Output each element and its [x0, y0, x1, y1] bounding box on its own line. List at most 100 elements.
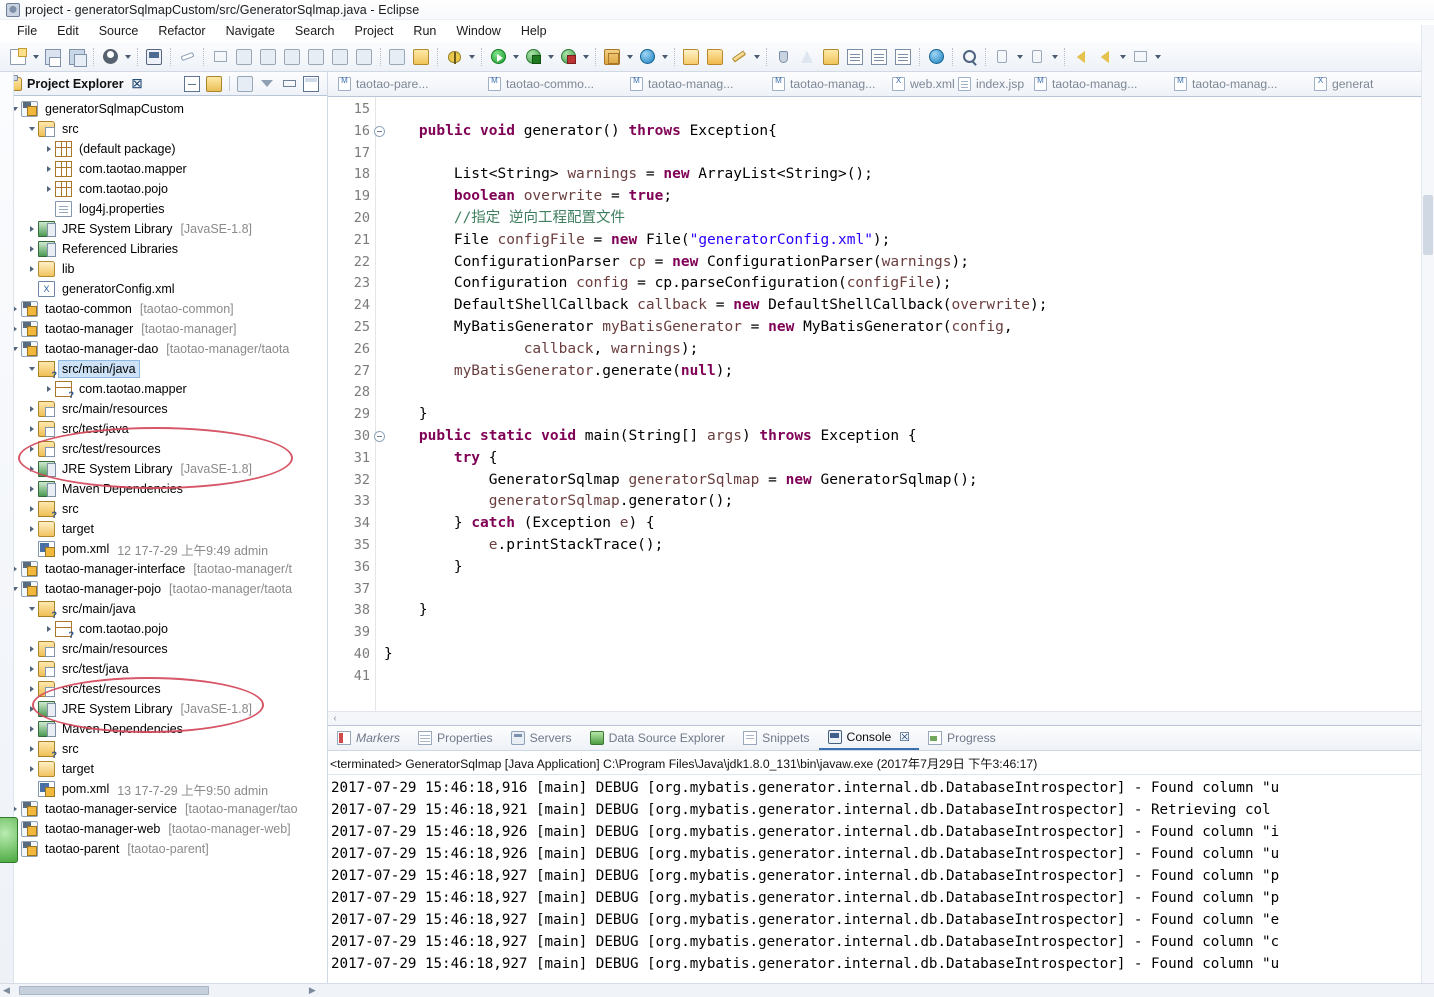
- chevron-down-icon[interactable]: [659, 46, 670, 68]
- pin-editor-button[interactable]: [772, 46, 794, 68]
- quick-fix-button[interactable]: [796, 46, 818, 68]
- view-menu-button[interactable]: [257, 74, 277, 94]
- last-edit-button[interactable]: [353, 46, 375, 68]
- bottom-tab-data-source-explorer[interactable]: Data Source Explorer: [581, 726, 735, 750]
- chevron-right-icon[interactable]: [25, 721, 38, 737]
- chevron-right-icon[interactable]: [25, 221, 38, 237]
- minimize-button[interactable]: [279, 74, 299, 94]
- chevron-right-icon[interactable]: [42, 161, 55, 177]
- next-annotation-button[interactable]: [281, 46, 303, 68]
- tree-item[interactable]: taotao-manager-pojo [taotao-manager/taota: [0, 579, 327, 599]
- step-over-button[interactable]: [209, 46, 231, 68]
- chevron-down-icon[interactable]: [545, 46, 556, 68]
- tree-item[interactable]: src: [0, 499, 327, 520]
- bottom-tab-servers[interactable]: Servers: [502, 726, 581, 750]
- forward-button[interactable]: [1129, 46, 1151, 68]
- chevron-down-icon[interactable]: [1117, 46, 1128, 68]
- collapse-all-button[interactable]: [182, 74, 202, 94]
- console-output[interactable]: 2017-07-29 15:46:18,916 [main] DEBUG [or…: [328, 775, 1434, 997]
- tree-item[interactable]: taotao-manager-web [taotao-manager-web]: [0, 819, 327, 839]
- tree-item[interactable]: com.taotao.pojo: [0, 179, 327, 199]
- toggle-annotations-button[interactable]: [176, 46, 198, 68]
- editor-tab[interactable]: taotao-manag...: [1164, 72, 1304, 96]
- editor-tab[interactable]: generat: [1304, 72, 1384, 96]
- bottom-tab-markers[interactable]: Markers: [328, 726, 409, 750]
- tree-item[interactable]: taotao-manager-dao [taotao-manager/taota: [0, 339, 327, 359]
- tree-item[interactable]: Maven Dependencies: [0, 479, 327, 499]
- user-button[interactable]: [99, 46, 121, 68]
- tree-item[interactable]: generatorSqlmapCustom: [0, 99, 327, 119]
- save-button[interactable]: [42, 46, 64, 68]
- run-server-button[interactable]: [522, 46, 544, 68]
- chevron-down-icon[interactable]: [1014, 46, 1025, 68]
- tree-item[interactable]: com.taotao.mapper: [0, 379, 327, 400]
- stop-server-button[interactable]: [557, 46, 579, 68]
- editor-tab[interactable]: web.xml: [882, 72, 955, 96]
- open-console-button[interactable]: [143, 46, 165, 68]
- tree-item[interactable]: src/test/resources: [0, 679, 327, 699]
- back-button[interactable]: [1070, 46, 1092, 68]
- tree-item[interactable]: JRE System Library [JavaSE-1.8]: [0, 459, 327, 479]
- scroll-left-arrow-icon[interactable]: ◀: [3, 985, 10, 996]
- tree-item[interactable]: Referenced Libraries: [0, 239, 327, 259]
- next-edit-button[interactable]: [329, 46, 351, 68]
- editor-tab[interactable]: index.jsp: [948, 72, 1024, 96]
- tree-item[interactable]: src/test/java: [0, 419, 327, 439]
- chevron-down-icon[interactable]: [580, 46, 591, 68]
- tree-item[interactable]: src: [0, 739, 327, 760]
- table-view-button[interactable]: [892, 46, 914, 68]
- menu-item-refactor[interactable]: Refactor: [149, 23, 216, 40]
- tree-item[interactable]: taotao-parent [taotao-parent]: [0, 839, 327, 859]
- console-vertical-scrollbar[interactable]: [1421, 25, 1434, 983]
- menu-item-run[interactable]: Run: [404, 23, 447, 40]
- chevron-right-icon[interactable]: [25, 421, 38, 437]
- panel-button[interactable]: [257, 46, 279, 68]
- chevron-right-icon[interactable]: [25, 761, 38, 777]
- editor-tab[interactable]: taotao-pare...: [328, 72, 478, 96]
- properties-view-button[interactable]: [868, 46, 890, 68]
- open-resource-button[interactable]: [680, 46, 702, 68]
- scroll-right-arrow-icon[interactable]: ▶: [309, 985, 316, 996]
- tree-item[interactable]: lib: [0, 259, 327, 279]
- tree-item[interactable]: taotao-manager [taotao-manager]: [0, 319, 327, 339]
- open-web-browser-button[interactable]: [925, 46, 947, 68]
- new-element-button[interactable]: [728, 46, 750, 68]
- tree-item[interactable]: taotao-manager-interface [taotao-manager/…: [0, 559, 327, 579]
- tree-item[interactable]: target: [0, 759, 327, 779]
- tree-item[interactable]: src/main/resources: [0, 639, 327, 659]
- tree-item[interactable]: com.taotao.mapper: [0, 159, 327, 179]
- chevron-right-icon[interactable]: [25, 501, 38, 517]
- chevron-down-icon[interactable]: [1049, 46, 1060, 68]
- open-folder-button[interactable]: [704, 46, 726, 68]
- perspective-badge-icon[interactable]: [0, 817, 18, 863]
- outline-view-button[interactable]: [844, 46, 866, 68]
- tree-item[interactable]: src/main/java: [0, 359, 327, 380]
- chevron-down-icon[interactable]: [25, 361, 38, 377]
- chevron-right-icon[interactable]: [25, 241, 38, 257]
- chevron-right-icon[interactable]: [25, 441, 38, 457]
- menu-item-file[interactable]: File: [8, 23, 48, 40]
- editor-tab[interactable]: taotao-manag...: [620, 72, 762, 96]
- chevron-right-icon[interactable]: [25, 701, 38, 717]
- new-java-package-button[interactable]: [601, 46, 623, 68]
- search-button[interactable]: [958, 46, 980, 68]
- horizontal-scroll-thumb[interactable]: [18, 986, 209, 995]
- java-editor[interactable]: 15 16 17 18 19 20 21 22 23 24 25 26 27 28 29 30 31 32 33 34…: [328, 97, 1434, 711]
- tree-item[interactable]: src/main/java: [0, 599, 327, 620]
- editor-tab[interactable]: taotao-commo...: [478, 72, 620, 96]
- tree-item[interactable]: generatorConfig.xml: [0, 279, 327, 299]
- chevron-right-icon[interactable]: [25, 661, 38, 677]
- run-button[interactable]: [487, 46, 509, 68]
- tree-item[interactable]: target: [0, 519, 327, 539]
- backward-button[interactable]: [1094, 46, 1116, 68]
- link-with-editor-button[interactable]: [204, 74, 224, 94]
- menu-item-navigate[interactable]: Navigate: [217, 23, 286, 40]
- upload-button[interactable]: [1026, 46, 1048, 68]
- project-tree[interactable]: generatorSqlmapCustom src (default package…: [0, 96, 327, 997]
- tree-item[interactable]: JRE System Library [JavaSE-1.8]: [0, 219, 327, 239]
- tree-item[interactable]: Maven Dependencies: [0, 719, 327, 739]
- chevron-down-icon[interactable]: [25, 121, 38, 137]
- chevron-down-icon[interactable]: [466, 46, 477, 68]
- focus-on-active-task-button[interactable]: [235, 74, 255, 94]
- chevron-right-icon[interactable]: [25, 261, 38, 277]
